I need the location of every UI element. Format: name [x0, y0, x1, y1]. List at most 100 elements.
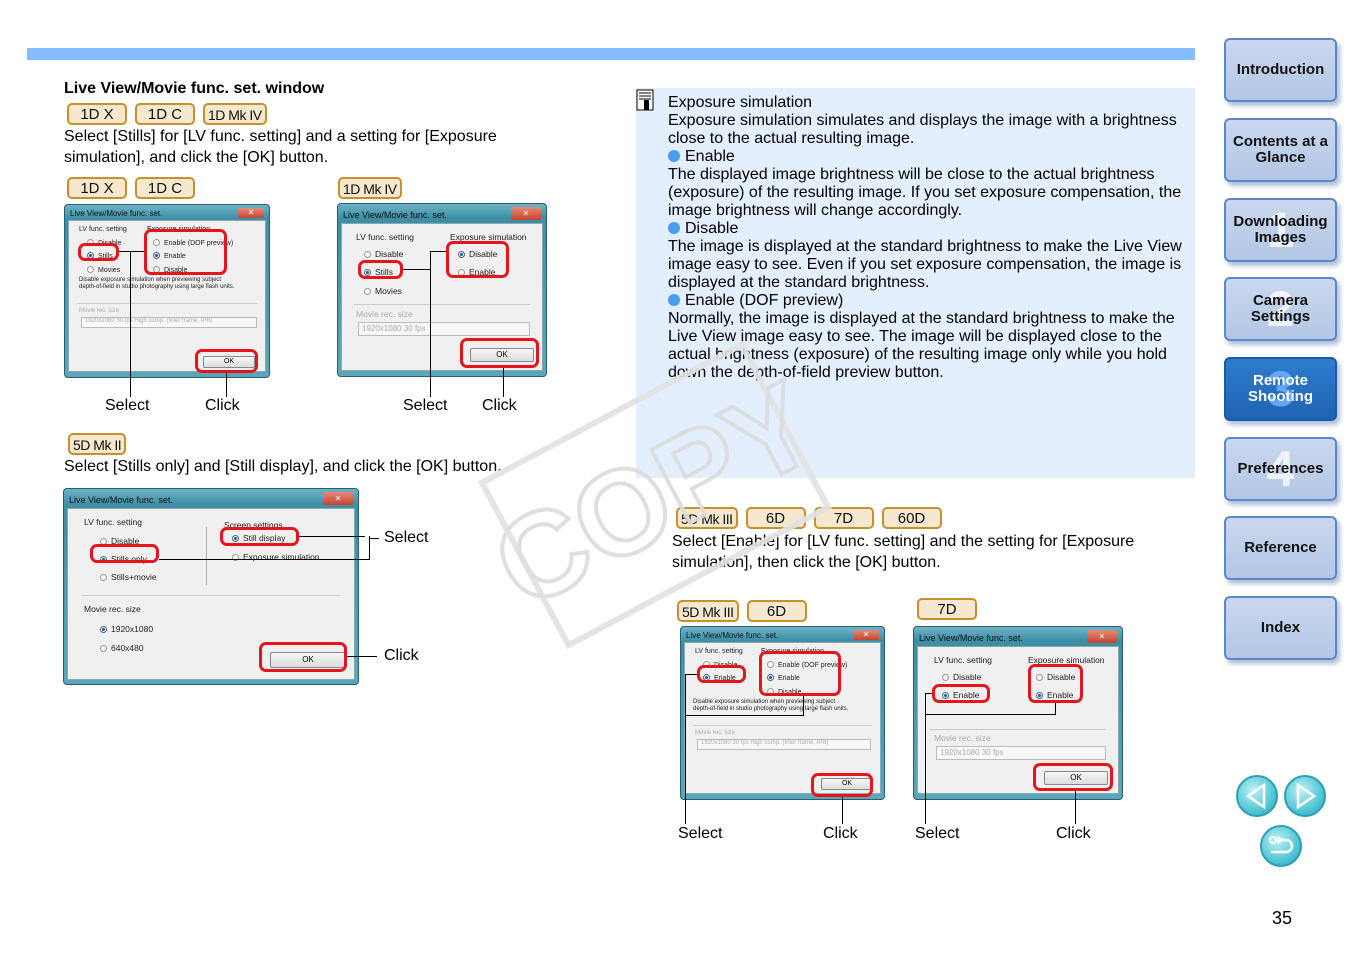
movie-label: Movie rec. size [695, 730, 736, 736]
prev-page-icon [1245, 782, 1266, 810]
model-tag: 7D [917, 598, 977, 620]
movie-size-select[interactable]: 1920x1080 30 fps High comp. (Inter frame… [81, 317, 257, 328]
select-caption: Select [384, 529, 429, 546]
lv-label: LV func. setting [356, 232, 414, 242]
nav-remote-shooting[interactable]: 3 Remote Shooting [1224, 357, 1337, 421]
lv-label: LV func. setting [934, 655, 992, 665]
instruction-text: Select [Stills] for [LV func. setting] a… [64, 128, 497, 166]
nav-index[interactable]: Index [1224, 596, 1337, 660]
note-content: Exposure simulation Exposure simulation … [668, 94, 1188, 382]
movie-label: Movie rec. size [934, 733, 991, 743]
model-tag: 5D Mk III [676, 507, 738, 529]
model-tag: 1D Mk IV [338, 177, 402, 199]
next-page-button[interactable] [1284, 775, 1326, 817]
model-tag: 5D Mk III [677, 600, 739, 622]
model-tag: 6D [746, 600, 807, 622]
model-tag: 1D C [135, 103, 195, 125]
note-item-label: Enable [668, 148, 1188, 166]
model-tag: 1D Mk IV [203, 103, 267, 125]
lv-label: LV func. setting [695, 648, 743, 655]
nav-introduction[interactable]: Introduction [1224, 38, 1337, 102]
nav-preferences[interactable]: 4 Preferences [1224, 437, 1337, 501]
note-item-text: The displayed image brightness will be c… [668, 166, 1182, 219]
click-caption: Click [1056, 825, 1091, 842]
model-tags: 1D Mk IV [338, 177, 402, 199]
model-tag: 1D X [67, 103, 127, 125]
memo-icon [636, 89, 654, 111]
model-tag: 1D X [67, 177, 127, 199]
radio-option[interactable]: Disable [942, 672, 981, 682]
dialog-note: depth-of-field in studio photography usi… [693, 706, 849, 712]
model-tags: 5D Mk III 6D 7D 60D [676, 507, 942, 529]
nav-reference[interactable]: Reference [1224, 516, 1337, 580]
movie-size-select[interactable]: 1920x1080 30 fps High comp. (Inter frame… [697, 739, 871, 750]
select-caption: Select [105, 397, 150, 414]
model-tag: 7D [813, 507, 874, 529]
next-page-icon [1296, 782, 1317, 810]
note-item-text: The image is displayed at the standard b… [668, 238, 1182, 291]
note-item-text: Normally, the image is displayed at the … [668, 310, 1175, 381]
note-item-label: Disable [668, 220, 1188, 238]
model-tags: 1D X 1D C [67, 177, 195, 199]
dialog-note: depth-of-field in studio photography usi… [79, 284, 235, 290]
radio-option[interactable]: 1920x1080 [100, 624, 153, 634]
return-button[interactable] [1260, 825, 1302, 867]
click-caption: Click [823, 825, 858, 842]
select-caption: Select [915, 825, 960, 842]
close-icon[interactable]: ✕ [238, 208, 264, 218]
movie-label: Movie rec. size [356, 309, 413, 319]
close-icon[interactable]: ✕ [511, 207, 541, 220]
select-caption: Select [403, 397, 448, 414]
close-icon[interactable]: ✕ [323, 492, 353, 505]
movie-label: Movie rec. size [79, 308, 120, 314]
model-tag: 1D C [135, 177, 195, 199]
click-caption: Click [482, 397, 517, 414]
model-tags: 1D X 1D C 1D Mk IV [67, 103, 267, 125]
model-tags: 5D Mk III 6D [677, 600, 807, 622]
radio-option[interactable]: Disable [364, 249, 403, 259]
radio-option[interactable]: Stills+movie [100, 572, 157, 582]
close-icon[interactable]: ✕ [1087, 630, 1117, 643]
radio-option[interactable]: 640x480 [100, 643, 144, 653]
nav-camera-settings[interactable]: 2 Camera Settings [1224, 277, 1337, 341]
model-tag: 60D [881, 507, 942, 529]
movie-size-select[interactable]: 1920x1080 30 fps [936, 746, 1106, 760]
dialog-title: Live View/Movie func. set. [919, 633, 1023, 643]
page-number: 35 [1272, 908, 1293, 928]
close-icon[interactable]: ✕ [853, 630, 879, 640]
lv-label: LV func. setting [84, 517, 142, 527]
dialog-title: Live View/Movie func. set. [70, 209, 163, 218]
instruction-text: Select [Stills only] and [Still display]… [64, 458, 502, 475]
dialog-note: Disable exposure simulation when preview… [79, 277, 222, 283]
note-item-label: Enable (DOF preview) [668, 292, 1188, 310]
bullet-icon [668, 150, 680, 162]
dialog-title: Live View/Movie func. set. [343, 210, 447, 220]
click-caption: Click [384, 647, 419, 664]
click-caption: Click [205, 397, 240, 414]
instruction-text: Select [Enable] for [LV func. setting] a… [672, 533, 1135, 571]
radio-option[interactable]: Exposure simulation [232, 552, 320, 562]
note-title: Exposure simulation [668, 94, 813, 111]
model-tags: 7D [917, 598, 977, 620]
model-tag: 6D [745, 507, 806, 529]
lv-label: LV func. setting [79, 226, 127, 233]
header-bar [27, 48, 1195, 60]
movie-size-select[interactable]: 1920x1080 30 fps [358, 322, 530, 336]
nav-downloading-images[interactable]: 1 Downloading Images [1224, 198, 1337, 262]
select-caption: Select [678, 825, 723, 842]
bullet-icon [668, 294, 680, 306]
bullet-icon [668, 222, 680, 234]
return-icon [1269, 836, 1294, 854]
nav-contents-at-a-glance[interactable]: Contents at a Glance [1224, 118, 1337, 182]
prev-page-button[interactable] [1236, 775, 1278, 817]
dialog-title: Live View/Movie func. set. [686, 631, 779, 640]
radio-option[interactable]: Movies [87, 266, 120, 274]
section-title: Live View/Movie func. set. window [64, 80, 325, 97]
dialog-note: Disable exposure simulation when preview… [693, 699, 836, 705]
movie-label: Movie rec. size [84, 604, 141, 614]
dialog-title: Live View/Movie func. set. [69, 495, 173, 505]
model-tags: 5D Mk II [68, 433, 127, 455]
note-intro: Exposure simulation simulates and displa… [668, 112, 1177, 147]
model-tag: 5D Mk II [68, 433, 127, 455]
radio-option[interactable]: Movies [364, 286, 402, 296]
